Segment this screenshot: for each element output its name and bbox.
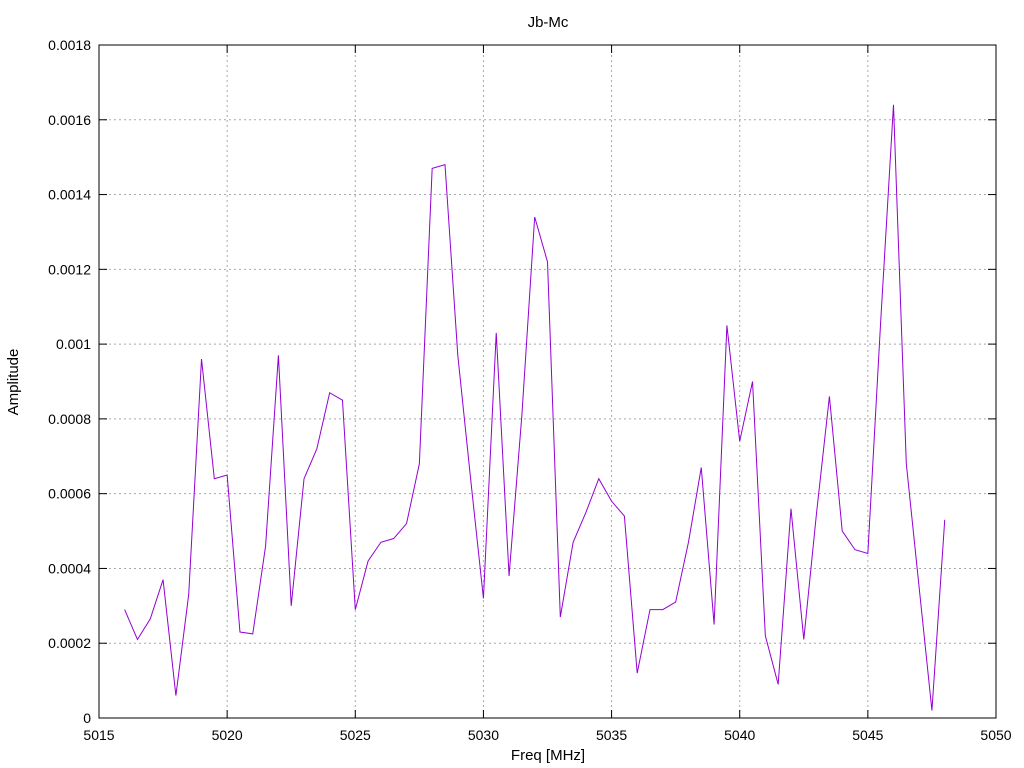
y-tick-label: 0.0014 bbox=[48, 187, 91, 203]
y-tick-label: 0.0016 bbox=[48, 112, 91, 128]
x-tick-label: 5015 bbox=[83, 727, 114, 743]
y-tick-label: 0.0012 bbox=[48, 261, 91, 277]
x-tick-label: 5025 bbox=[340, 727, 371, 743]
x-tick-label: 5050 bbox=[980, 727, 1011, 743]
x-tick-label: 5040 bbox=[724, 727, 755, 743]
x-tick-label: 5035 bbox=[596, 727, 627, 743]
y-tick-label: 0.0018 bbox=[48, 37, 91, 53]
x-tick-label: 5045 bbox=[852, 727, 883, 743]
plot-frame bbox=[98, 44, 997, 719]
y-tick-label: 0.0002 bbox=[48, 635, 91, 651]
x-axis-label: Freq [MHz] bbox=[511, 747, 585, 764]
grid-layer bbox=[99, 45, 996, 718]
chart-title: Jb-Mc bbox=[528, 14, 569, 31]
y-tick-label: 0.0008 bbox=[48, 411, 91, 427]
y-tick-label: 0 bbox=[83, 710, 91, 726]
y-tick-label: 0.0006 bbox=[48, 486, 91, 502]
x-tick-label: 5020 bbox=[212, 727, 243, 743]
x-tick-label: 5030 bbox=[468, 727, 499, 743]
y-tick-label: 0.001 bbox=[56, 336, 91, 352]
chart-area: 5015 5020 5025 5030 5035 5040 5045 5050 0 0.0002 0… bbox=[0, 0, 1024, 768]
tick-layer: 5015 5020 5025 5030 5035 5040 5045 5050 0 0.0002 0… bbox=[48, 37, 1012, 743]
y-axis-label: Amplitude bbox=[5, 349, 22, 416]
y-tick-label: 0.0004 bbox=[48, 560, 91, 576]
line-chart: 5015 5020 5025 5030 5035 5040 5045 5050 0 0.0002 0… bbox=[5, 14, 1012, 764]
series-line bbox=[124, 104, 946, 711]
series-layer bbox=[124, 104, 946, 711]
